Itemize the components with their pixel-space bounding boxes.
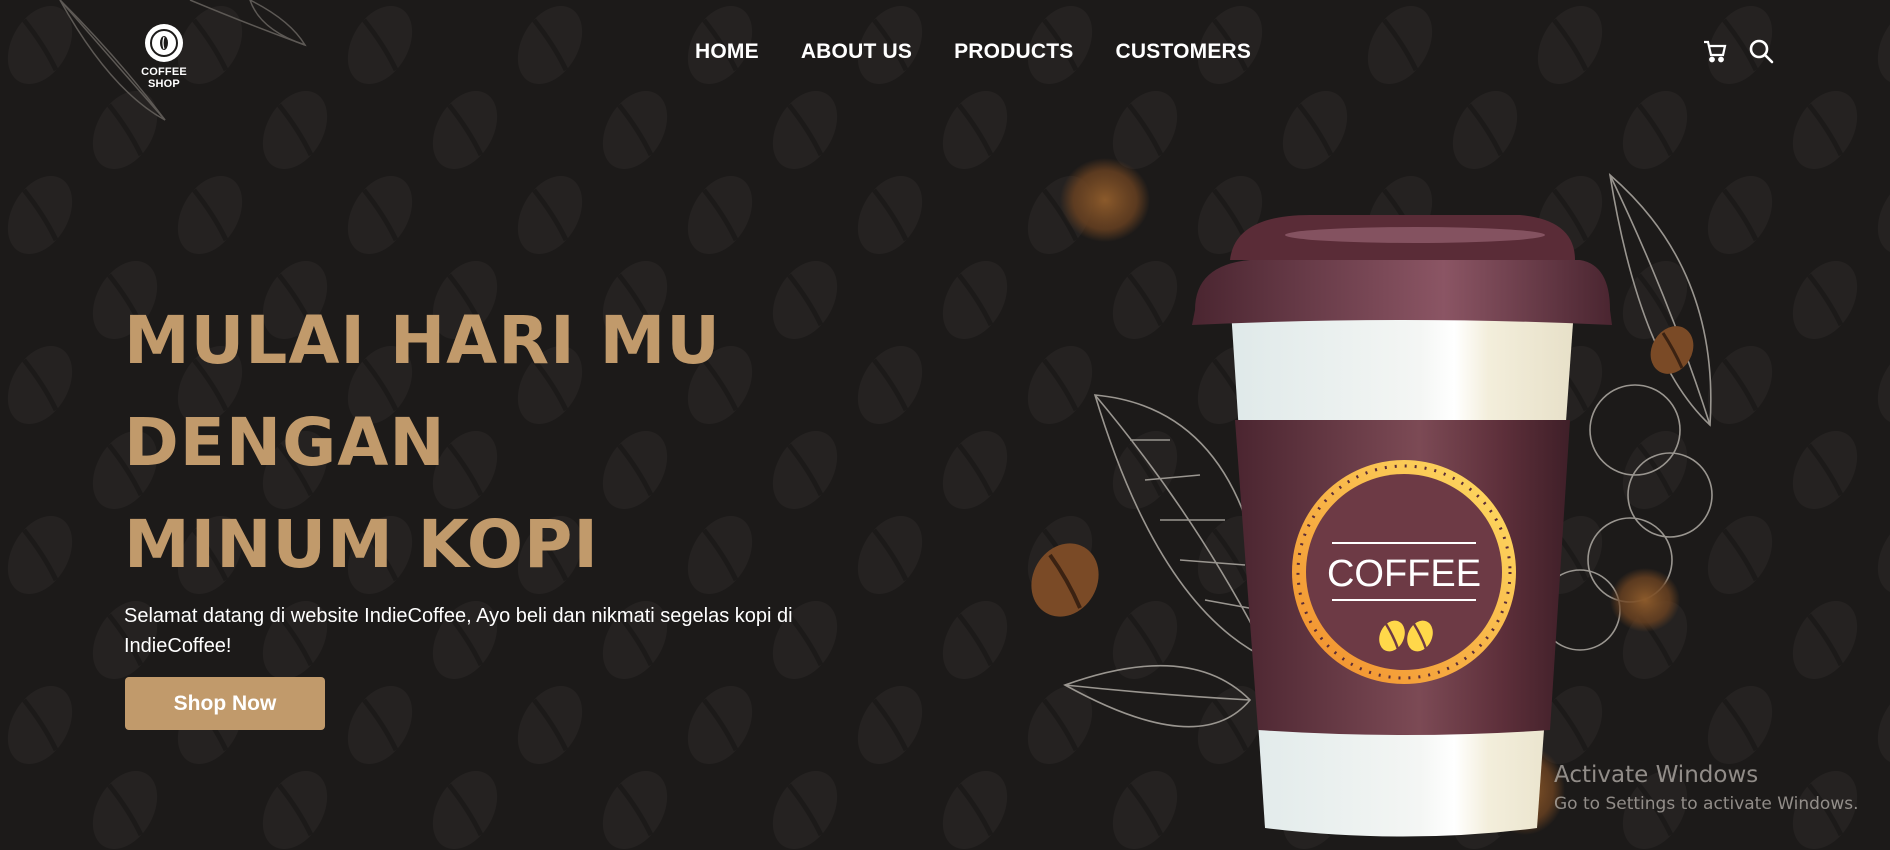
watermark-subtitle: Go to Settings to activate Windows.: [1554, 794, 1859, 814]
activate-windows-watermark: Activate Windows Go to Settings to activ…: [1554, 762, 1859, 814]
cup-badge: COFFEE: [1292, 460, 1516, 684]
nav-home[interactable]: HOME: [695, 40, 759, 64]
coffee-bean: [1031, 543, 1099, 617]
hero-title: MULAI HARI MU DENGAN MINUM KOPI: [124, 290, 721, 596]
main-nav: HOME ABOUT US PRODUCTS CUSTOMERS: [695, 40, 1251, 64]
nav-products[interactable]: PRODUCTS: [954, 40, 1073, 64]
shop-now-button[interactable]: Shop Now: [125, 677, 325, 730]
brand-logo[interactable]: COFFEE SHOP: [124, 24, 204, 90]
hero-title-line-2: DENGAN: [124, 404, 446, 481]
coffee-bean-blur: [1610, 568, 1680, 632]
nav-icons: [1702, 38, 1774, 64]
hero-title-line-1: MULAI HARI MU: [124, 302, 721, 379]
watermark-title: Activate Windows: [1554, 762, 1759, 788]
cup-label: COFFEE: [1327, 553, 1481, 595]
hero-coffee-cup-illustration: COFFEE: [1031, 158, 1713, 837]
cart-icon[interactable]: [1702, 38, 1728, 64]
search-icon[interactable]: [1748, 38, 1774, 64]
landing-page: COFFEE SHOP HOME ABOUT US PRODUCTS CUSTO…: [0, 0, 1890, 850]
logo-mark: [145, 24, 183, 62]
coffee-bean-blur: [1060, 158, 1150, 242]
hero-title-line-3: MINUM KOPI: [124, 506, 599, 583]
nav-customers[interactable]: CUSTOMERS: [1116, 40, 1252, 64]
nav-about-us[interactable]: ABOUT US: [801, 40, 912, 64]
hero-subtitle: Selamat datang di website IndieCoffee, A…: [124, 605, 793, 657]
cup-lid-rim: [1192, 260, 1612, 325]
logo-text: COFFEE SHOP: [141, 66, 187, 90]
